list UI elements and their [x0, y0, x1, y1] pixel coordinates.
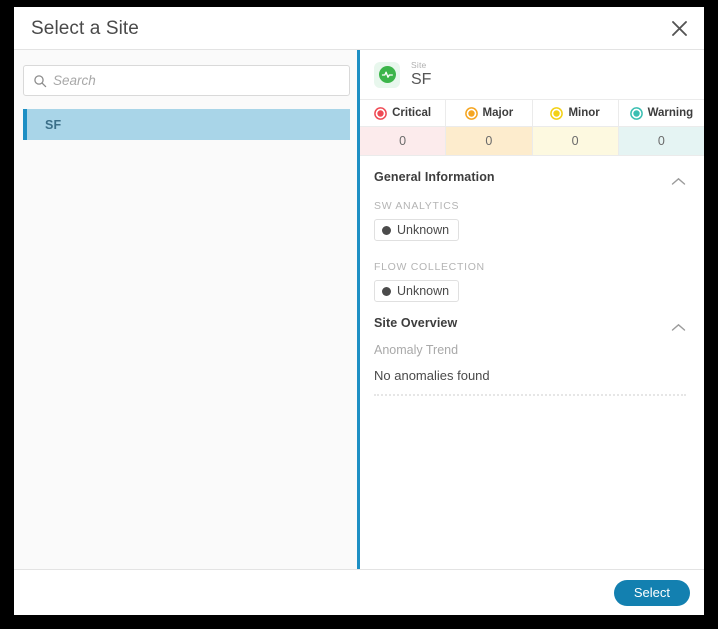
site-health-dot: [378, 66, 396, 83]
dialog-body: SF Site SF: [14, 50, 704, 569]
site-list: SF: [23, 109, 350, 140]
flow-collection-status-text: Unknown: [397, 284, 450, 298]
severity-label-warning: Warning: [647, 107, 694, 119]
dialog-footer: Select: [14, 569, 704, 615]
severity-summary-table: Critical 0 Major 0 Minor 0 Warning 0: [360, 100, 704, 156]
severity-column-critical: Critical 0: [360, 100, 447, 155]
site-health-icon: [374, 61, 400, 88]
warning-icon: [629, 106, 643, 120]
search-box[interactable]: [23, 65, 350, 96]
severity-header-critical: Critical: [360, 100, 446, 127]
severity-header-minor: Minor: [532, 100, 618, 127]
general-information-section: General Information SW ANALYTICS Unknown…: [360, 156, 704, 302]
search-input[interactable]: [53, 73, 333, 88]
site-list-item-sf[interactable]: SF: [23, 109, 350, 140]
sw-analytics-label: SW ANALYTICS: [374, 200, 460, 212]
site-detail-header: Site SF: [360, 50, 704, 100]
severity-header-major: Major: [446, 100, 532, 127]
severity-header-warning: Warning: [618, 100, 704, 127]
severity-label-minor: Minor: [568, 107, 600, 119]
site-list-pane: SF: [14, 50, 360, 569]
site-overview-title: Site Overview: [374, 316, 458, 330]
site-identity: Site SF: [411, 61, 431, 89]
severity-column-major: Major 0: [446, 100, 533, 155]
search-icon: [33, 74, 47, 88]
severity-value-warning: 0: [618, 127, 704, 155]
severity-value-critical: 0: [360, 127, 446, 155]
site-overview-header[interactable]: Site Overview: [374, 302, 688, 340]
sw-analytics-status-text: Unknown: [397, 223, 450, 237]
minor-icon: [550, 106, 564, 120]
chevron-up-icon[interactable]: [671, 173, 686, 185]
status-dot-icon: [382, 286, 391, 296]
critical-icon: [374, 106, 387, 120]
site-detail-pane: Site SF Critical 0 Major 0 Minor 0 Warni…: [360, 50, 704, 569]
page-title: Select a Site: [31, 18, 139, 39]
severity-label-major: Major: [482, 107, 514, 119]
site-type-label: Site: [411, 59, 427, 70]
section-divider: [374, 394, 686, 396]
general-information-header[interactable]: General Information: [374, 156, 688, 194]
sw-analytics-status-badge: Unknown: [374, 219, 460, 241]
major-icon: [464, 106, 478, 120]
dialog-titlebar: Select a Site: [14, 7, 704, 50]
flow-collection-label: FLOW COLLECTION: [374, 261, 485, 273]
select-button[interactable]: Select: [613, 579, 690, 606]
severity-column-minor: Minor 0: [532, 100, 619, 155]
status-dot-icon: [382, 225, 391, 235]
flow-collection-status-badge: Unknown: [374, 280, 460, 302]
chevron-up-icon[interactable]: [671, 319, 686, 331]
severity-value-minor: 0: [532, 127, 618, 155]
severity-value-major: 0: [446, 127, 532, 155]
site-name: SF: [411, 71, 432, 89]
severity-column-warning: Warning 0: [618, 100, 704, 155]
site-overview-section: Site Overview Anomaly Trend No anomalies…: [360, 302, 704, 396]
severity-label-critical: Critical: [392, 107, 432, 119]
select-a-site-dialog: Select a Site SF: [14, 7, 704, 615]
close-icon[interactable]: [664, 13, 694, 43]
general-information-title: General Information: [374, 170, 495, 184]
anomaly-trend-value: No anomalies found: [374, 368, 490, 383]
site-list-item-label: SF: [45, 117, 62, 132]
anomaly-trend-label: Anomaly Trend: [374, 343, 459, 357]
